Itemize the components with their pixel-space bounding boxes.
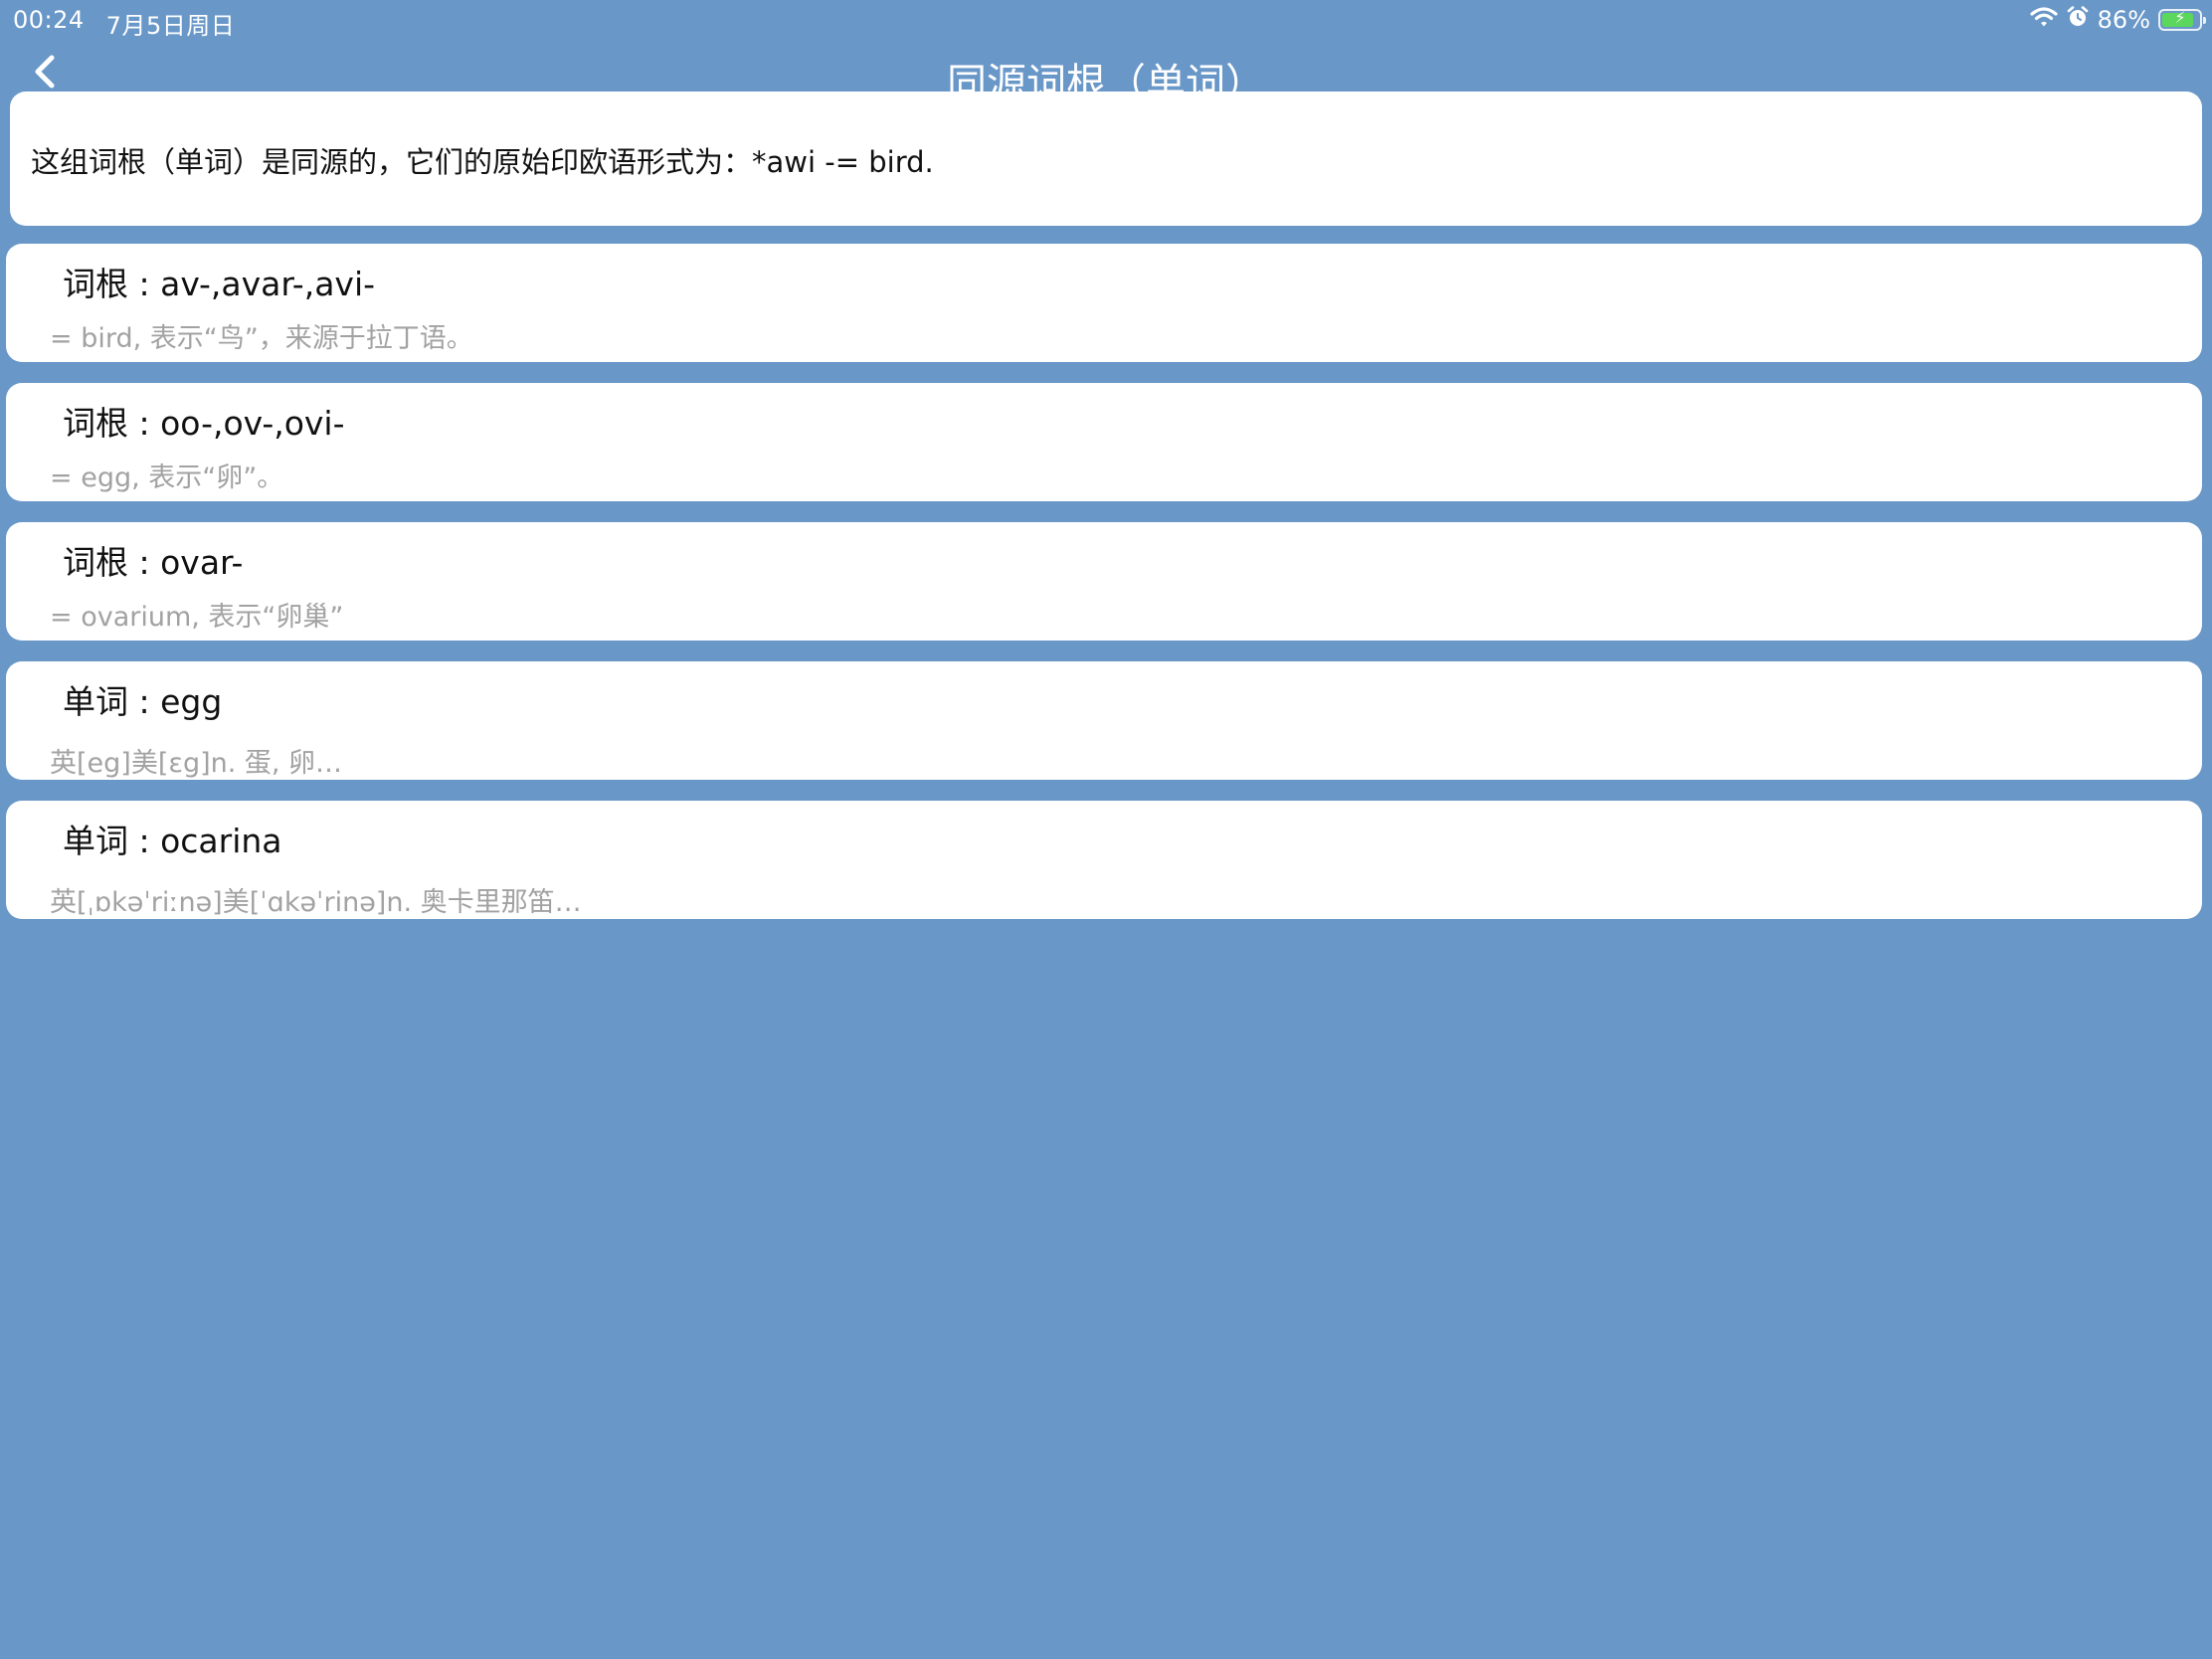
entry-subtitle: = egg, 表示“卵”。 [50, 462, 284, 493]
entry-title: 单词 : ocarina [63, 822, 282, 860]
list-item-root-av[interactable]: 词根 : av-,avar-,avi- = bird, 表示“鸟”，来源于拉丁语… [6, 244, 2202, 362]
status-left: 00:24 7月5日周日 [13, 6, 235, 41]
entry-title: 词根 : ovar- [63, 543, 244, 582]
entry-title: 词根 : av-,avar-,avi- [63, 265, 376, 303]
entry-title: 词根 : oo-,ov-,ovi- [63, 404, 345, 443]
entry-subtitle: = bird, 表示“鸟”，来源于拉丁语。 [50, 323, 473, 354]
status-date: 7月5日周日 [105, 12, 236, 40]
status-right: 86% ⚡ [2030, 5, 2206, 35]
battery-percent: 86% [2097, 6, 2150, 34]
wifi-icon [2030, 6, 2058, 34]
entry-subtitle: 英[ˌɒkəˈriːnə]美[ˈɑkəˈrinə]n. 奥卡里那笛… [50, 887, 582, 918]
navigation-bar: 同源词根（单词） [0, 40, 2212, 92]
page-title: 同源词根（单词） [947, 61, 1265, 92]
alarm-icon [2066, 5, 2090, 35]
battery-cap [2203, 17, 2206, 24]
list-item-word-egg[interactable]: 单词 : egg 英[eg]美[ɛg]n. 蛋, 卵… [6, 661, 2202, 780]
battery-charging-icon: ⚡ [2158, 8, 2206, 31]
list-item-root-ovar[interactable]: 词根 : ovar- = ovarium, 表示“卵巢” [6, 522, 2202, 641]
list-item-word-ocarina[interactable]: 单词 : ocarina 英[ˌɒkəˈriːnə]美[ˈɑkəˈrinə]n.… [6, 801, 2202, 919]
list-item-root-ov[interactable]: 词根 : oo-,ov-,ovi- = egg, 表示“卵”。 [6, 383, 2202, 501]
entry-title: 单词 : egg [63, 682, 223, 721]
status-bar: 00:24 7月5日周日 86% ⚡ [0, 0, 2212, 40]
intro-text: 这组词根（单词）是同源的，它们的原始印欧语形式为：*awi -= bird. [31, 145, 934, 179]
charging-bolt-icon: ⚡ [2174, 8, 2186, 27]
status-time: 00:24 [13, 6, 85, 34]
etymology-intro-card: 这组词根（单词）是同源的，它们的原始印欧语形式为：*awi -= bird. [10, 92, 2202, 226]
entry-subtitle: = ovarium, 表示“卵巢” [50, 602, 344, 633]
entry-subtitle: 英[eg]美[ɛg]n. 蛋, 卵… [50, 748, 343, 779]
